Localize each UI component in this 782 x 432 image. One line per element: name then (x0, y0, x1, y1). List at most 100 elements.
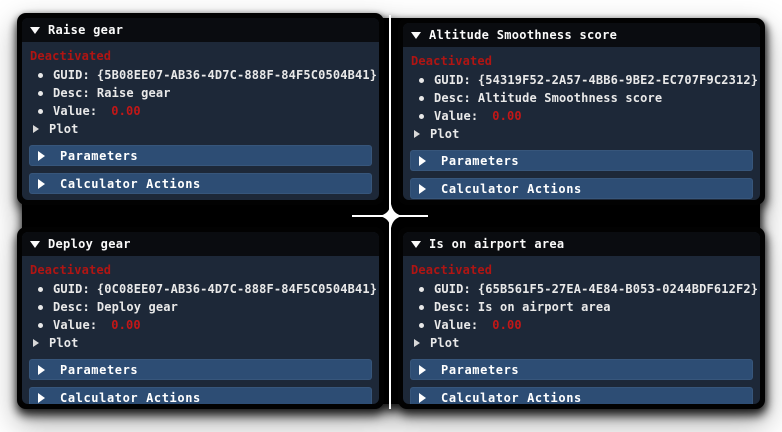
value-number: 0.00 (492, 318, 522, 332)
value-number: 0.00 (111, 318, 141, 332)
bullet-icon (38, 72, 43, 78)
collapse-icon[interactable] (411, 240, 421, 248)
status-text: Deactivated (30, 263, 112, 277)
parameters-label: Parameters (441, 362, 520, 377)
expand-icon (419, 183, 426, 194)
guid-label: GUID: (434, 282, 471, 296)
status-text: Deactivated (411, 54, 493, 68)
guid-row: GUID: {65B561F5-27EA-4E84-B053-0244BDF61… (410, 280, 758, 298)
desc-label: Desc: (53, 86, 90, 100)
window-deploy-gear: Deploy gear Deactivated GUID: {0C08EE07-… (17, 227, 384, 409)
value-number: 0.00 (492, 109, 522, 123)
status-text: Deactivated (411, 263, 493, 277)
section-bars: Parameters Calculator Actions (410, 143, 753, 199)
vertical-splitter-bottom[interactable] (389, 216, 391, 409)
plot-label: Plot (430, 127, 460, 141)
parameters-bar[interactable]: Parameters (410, 359, 753, 380)
plot-tree-node[interactable]: Plot (410, 125, 753, 143)
expand-icon[interactable] (33, 125, 39, 133)
desc-value: Altitude Smoothness score (477, 91, 663, 105)
value-row: Value: 0.00 (410, 107, 753, 125)
panel-title: Is on airport area (429, 237, 565, 251)
guid-row: GUID: {5B08EE07-AB36-4D7C-888F-84F5C0504… (29, 66, 377, 84)
bullet-icon (38, 90, 43, 96)
bullet-icon (419, 286, 424, 292)
value-number: 0.00 (111, 104, 141, 118)
desc-value: Deploy gear (96, 300, 178, 314)
expand-icon (38, 150, 45, 161)
expand-icon[interactable] (33, 339, 39, 347)
desc-row: Desc: Raise gear (29, 84, 372, 102)
parameters-bar[interactable]: Parameters (29, 359, 372, 380)
calculator-actions-bar[interactable]: Calculator Actions (410, 387, 753, 404)
vertical-splitter-top[interactable] (389, 15, 391, 216)
guid-label: GUID: (53, 282, 90, 296)
panel-header[interactable]: Is on airport area (403, 232, 760, 256)
parameters-bar[interactable]: Parameters (29, 145, 372, 166)
bullet-icon (38, 322, 43, 328)
expand-icon[interactable] (414, 339, 420, 347)
bullet-icon (38, 304, 43, 310)
expand-icon (419, 364, 426, 375)
collapse-icon[interactable] (30, 240, 40, 248)
parameters-label: Parameters (441, 153, 520, 168)
value-row: Value: 0.00 (410, 316, 753, 334)
desc-row: Desc: Altitude Smoothness score (410, 89, 753, 107)
value-label: Value: (53, 104, 98, 118)
guid-row: GUID: {54319F52-2A57-4BB6-9BE2-EC707F9C2… (410, 71, 758, 89)
guid-label: GUID: (434, 73, 471, 87)
status-text: Deactivated (30, 49, 112, 63)
dock-center-star-icon[interactable] (378, 203, 404, 229)
calculator-actions-bar[interactable]: Calculator Actions (29, 173, 372, 194)
expand-icon (38, 392, 45, 403)
value-row: Value: 0.00 (29, 102, 372, 120)
bullet-icon (38, 286, 43, 292)
panel-body: Deactivated GUID: {54319F52-2A57-4BB6-9B… (403, 47, 760, 200)
guid-row: GUID: {0C08EE07-AB36-4D7C-888F-84F5C0504… (29, 280, 377, 298)
guid-value: {0C08EE07-AB36-4D7C-888F-84F5C0504B41} (96, 282, 378, 296)
collapse-icon[interactable] (30, 26, 40, 34)
panel-header[interactable]: Deploy gear (22, 232, 379, 256)
guid-value: {5B08EE07-AB36-4D7C-888F-84F5C0504B41} (96, 68, 378, 82)
section-bars: Parameters Calculator Actions (29, 138, 372, 194)
parameters-bar[interactable]: Parameters (410, 150, 753, 171)
calculator-actions-bar[interactable]: Calculator Actions (410, 178, 753, 199)
panel-title: Altitude Smoothness score (429, 28, 618, 42)
value-row: Value: 0.00 (29, 316, 372, 334)
panel-body: Deactivated GUID: {65B561F5-27EA-4E84-B0… (403, 256, 760, 404)
bullet-icon (419, 322, 424, 328)
bullet-icon (419, 95, 424, 101)
bullet-icon (419, 77, 424, 83)
debug-windows-canvas: Raise gear Deactivated GUID: {5B08EE07-A… (0, 0, 782, 432)
window-altitude-smoothness: Altitude Smoothness score Deactivated GU… (398, 18, 765, 205)
expand-icon (38, 178, 45, 189)
panel-header[interactable]: Altitude Smoothness score (403, 23, 760, 47)
guid-value: {54319F52-2A57-4BB6-9BE2-EC707F9C2312} (477, 73, 759, 87)
desc-label: Desc: (53, 300, 90, 314)
expand-icon[interactable] (414, 130, 420, 138)
desc-value: Is on airport area (477, 300, 611, 314)
panel-title: Deploy gear (48, 237, 131, 251)
panel-header[interactable]: Raise gear (22, 18, 379, 42)
expand-icon (419, 155, 426, 166)
calculator-actions-bar[interactable]: Calculator Actions (29, 387, 372, 404)
bullet-icon (419, 304, 424, 310)
panel-is-on-airport-area: Is on airport area Deactivated GUID: {65… (403, 232, 760, 404)
desc-value: Raise gear (96, 86, 171, 100)
plot-tree-node[interactable]: Plot (29, 334, 372, 352)
panel-raise-gear: Raise gear Deactivated GUID: {5B08EE07-A… (22, 18, 379, 200)
calculator-actions-label: Calculator Actions (60, 390, 201, 405)
expand-icon (419, 392, 426, 403)
section-bars: Parameters Calculator Actions (410, 352, 753, 404)
calculator-actions-label: Calculator Actions (441, 181, 582, 196)
parameters-label: Parameters (60, 362, 139, 377)
plot-tree-node[interactable]: Plot (29, 120, 372, 138)
panel-altitude-smoothness: Altitude Smoothness score Deactivated GU… (403, 23, 760, 200)
calculator-actions-label: Calculator Actions (441, 390, 582, 405)
collapse-icon[interactable] (411, 31, 421, 39)
panel-title: Raise gear (48, 23, 124, 37)
window-is-on-airport-area: Is on airport area Deactivated GUID: {65… (398, 227, 765, 409)
value-label: Value: (434, 109, 479, 123)
plot-tree-node[interactable]: Plot (410, 334, 753, 352)
bullet-icon (419, 113, 424, 119)
